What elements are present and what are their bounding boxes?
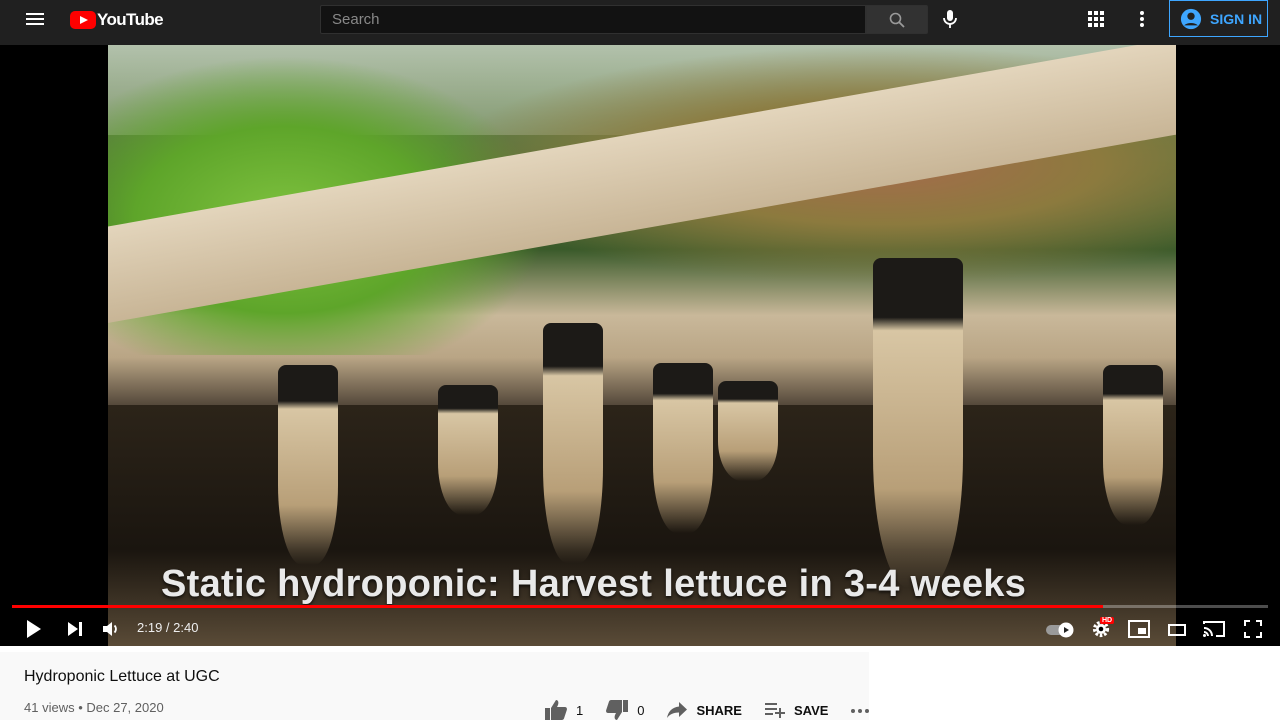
fullscreen-icon[interactable] [1244,620,1262,643]
video-root [438,385,498,515]
play-icon[interactable] [24,618,44,645]
sign-in-label: SIGN IN [1210,10,1263,27]
video-root [718,381,778,481]
time-display: 2:19 / 2:40 [137,620,199,635]
volume-icon[interactable] [101,619,121,644]
video-frame[interactable]: Static hydroponic: Harvest lettuce in 3-… [108,45,1176,646]
search-input[interactable] [320,5,866,34]
cast-icon[interactable] [1202,620,1226,643]
video-root [543,323,603,563]
thumb-up-icon [545,700,567,720]
video-root [278,365,338,565]
dislike-count: 0 [637,702,645,718]
video-title: Hydroponic Lettuce at UGC [24,668,220,685]
video-actions: 1 0 SHARE SAVE [544,698,870,722]
playlist-add-icon [764,703,785,718]
logo-text: YouTube [97,10,164,29]
video-caption: Static hydroponic: Harvest lettuce in 3-… [161,563,1027,605]
sign-in-button[interactable]: SIGN IN [1169,0,1268,37]
autoplay-toggle[interactable] [1046,622,1074,643]
progress-bar[interactable] [12,605,1268,608]
miniplayer-icon[interactable] [1128,620,1150,643]
more-vertical-icon[interactable] [1132,9,1152,29]
share-arrow-icon [667,702,688,718]
progress-bar-fill [12,605,1104,608]
youtube-logo[interactable]: YouTube [70,10,164,30]
menu-icon[interactable] [24,10,46,32]
next-icon[interactable] [66,620,84,643]
search-button[interactable] [866,5,928,34]
share-label: SHARE [696,702,742,718]
apps-grid-icon[interactable] [1086,9,1106,29]
player-controls: 2:19 / 2:40 HD [0,611,1280,646]
like-count: 1 [576,702,584,718]
video-water [108,405,1176,646]
share-button[interactable]: SHARE [666,701,742,719]
thumb-down-icon [606,700,629,720]
video-info: Hydroponic Lettuce at UGC 41 views • Dec… [0,652,870,722]
microphone-icon[interactable] [938,7,962,31]
dislike-button[interactable]: 0 [605,699,644,721]
more-horizontal-icon[interactable] [850,701,870,719]
youtube-play-icon [70,11,96,29]
like-button[interactable]: 1 [544,699,583,721]
save-button[interactable]: SAVE [764,702,828,718]
video-root [873,258,963,588]
video-root [1103,365,1163,525]
hd-badge: HD [1100,617,1115,624]
video-root [653,363,713,533]
settings-gear-icon[interactable]: HD [1091,617,1115,644]
theater-mode-icon[interactable] [1168,623,1186,641]
account-circle-icon [1180,8,1202,29]
video-player[interactable]: Static hydroponic: Harvest lettuce in 3-… [0,45,1280,646]
search-icon [889,12,905,28]
video-meta: 41 views • Dec 27, 2020 [24,700,164,715]
save-label: SAVE [793,702,829,718]
masthead: YouTube Search SIGN IN [0,0,1280,45]
